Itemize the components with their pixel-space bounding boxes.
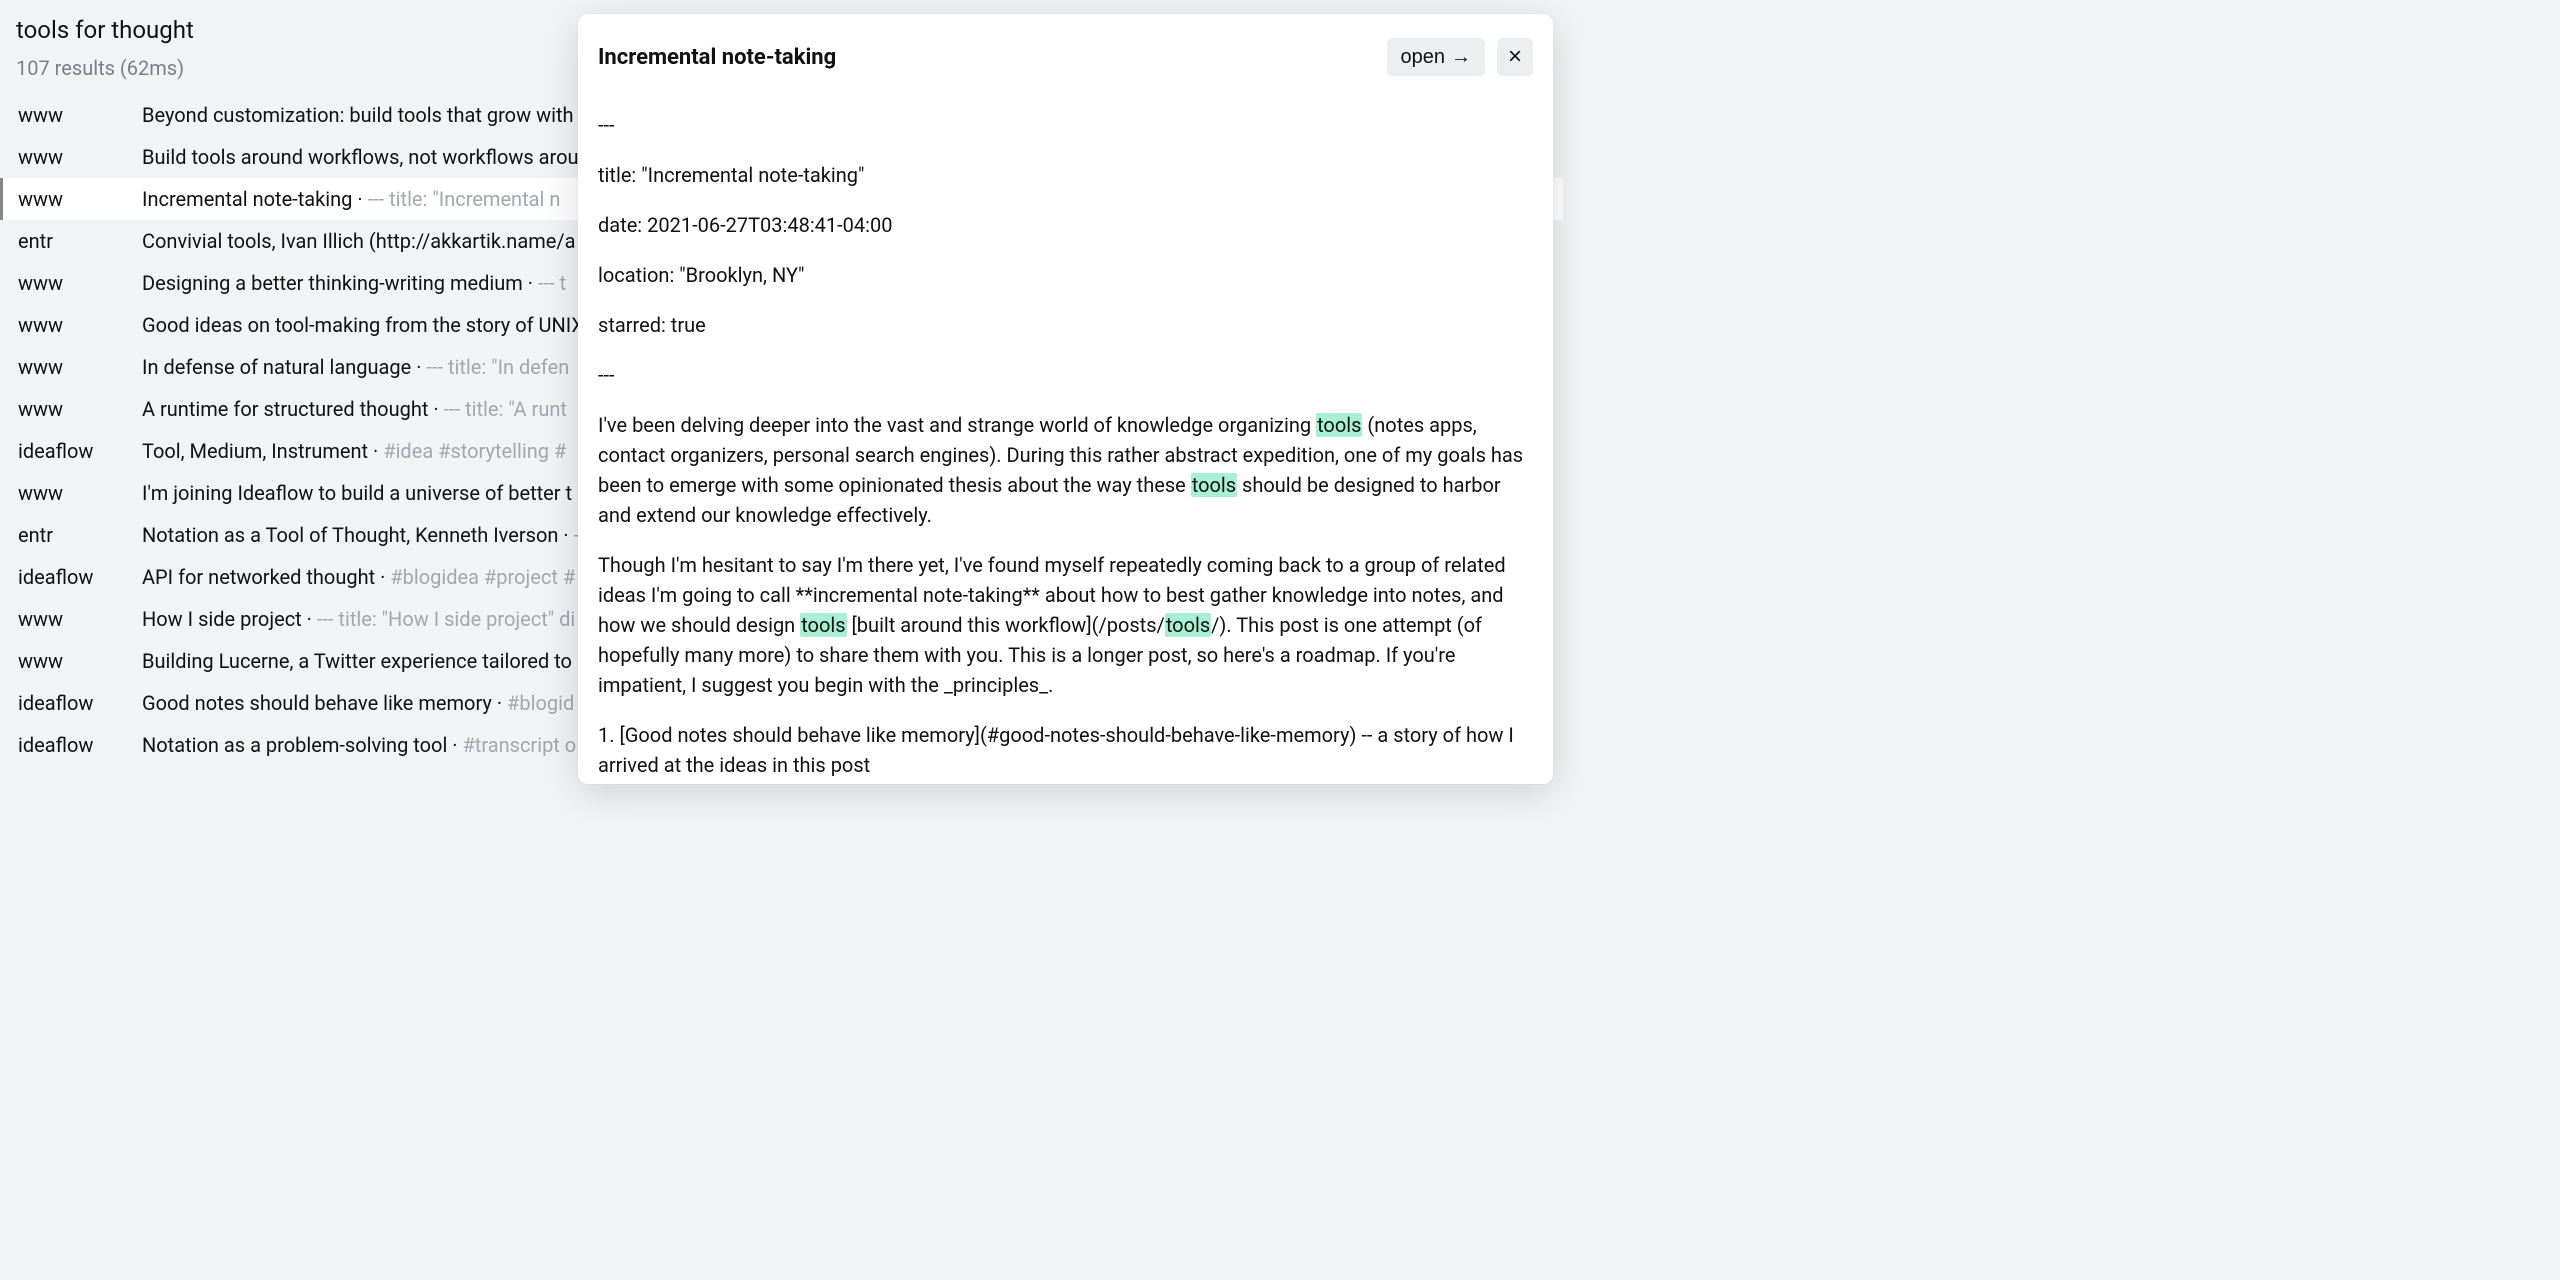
result-preview-text: --- title: "In defen: [426, 355, 569, 379]
highlight-term: tools: [1165, 613, 1211, 637]
open-button[interactable]: open: [1387, 38, 1486, 76]
open-button-label: open: [1401, 46, 1446, 69]
frontmatter-delim: ---: [598, 110, 1533, 140]
result-preview-text: #blogidea #project #: [390, 565, 575, 589]
preview-paragraph-3: 1. [Good notes should behave like memory…: [598, 720, 1533, 780]
result-source: www: [18, 103, 142, 127]
result-title-text: Good ideas on tool-making from the story…: [142, 313, 584, 337]
result-title-text: Designing a better thinking-writing medi…: [142, 271, 523, 295]
result-separator: ·: [411, 355, 426, 379]
result-source: ideaflow: [18, 439, 142, 463]
result-title-text: Notation as a problem-solving tool: [142, 733, 447, 757]
frontmatter-starred: starred: true: [598, 310, 1533, 340]
result-separator: ·: [428, 397, 443, 421]
result-separator: ·: [302, 607, 317, 631]
result-preview-text: #blogid: [507, 691, 574, 715]
result-source: www: [18, 607, 142, 631]
preview-paragraph-1: I've been delving deeper into the vast a…: [598, 410, 1533, 530]
result-body: Convivial tools, Ivan Illich (http://akk…: [142, 229, 576, 253]
result-title-text: In defense of natural language: [142, 355, 411, 379]
result-body: Good notes should behave like memory · #…: [142, 691, 574, 715]
result-preview-text: #idea #storytelling #: [383, 439, 566, 463]
result-title-text: A runtime for structured thought: [142, 397, 428, 421]
result-body: Designing a better thinking-writing medi…: [142, 271, 566, 295]
result-source: entr: [18, 229, 142, 253]
result-source: www: [18, 145, 142, 169]
result-source: www: [18, 649, 142, 673]
close-icon: [1508, 45, 1522, 70]
frontmatter-date: date: 2021-06-27T03:48:41-04:00: [598, 210, 1533, 240]
frontmatter-delim-2: ---: [598, 360, 1533, 390]
result-body: Building Lucerne, a Twitter experience t…: [142, 649, 572, 673]
result-body: API for networked thought · #blogidea #p…: [142, 565, 575, 589]
result-source: ideaflow: [18, 565, 142, 589]
result-preview-text: --- title: "How I side project" di: [317, 607, 575, 631]
result-source: www: [18, 397, 142, 421]
frontmatter-title: title: "Incremental note-taking": [598, 160, 1533, 190]
app-root: tools for thought 107 results (62ms) www…: [0, 0, 1563, 784]
result-body: Good ideas on tool-making from the story…: [142, 313, 584, 337]
result-body: Incremental note-taking · --- title: "In…: [142, 187, 560, 211]
result-title-text: Build tools around workflows, not workfl…: [142, 145, 579, 169]
preview-body: --- title: "Incremental note-taking" dat…: [598, 110, 1533, 780]
result-separator: ·: [352, 187, 367, 211]
result-title-text: Convivial tools, Ivan Illich (http://akk…: [142, 229, 576, 253]
result-title-text: Tool, Medium, Instrument: [142, 439, 368, 463]
preview-title: Incremental note-taking: [598, 45, 1375, 70]
result-source: entr: [18, 523, 142, 547]
result-title-text: Building Lucerne, a Twitter experience t…: [142, 649, 572, 673]
result-title-text: I'm joining Ideaflow to build a universe…: [142, 481, 572, 505]
result-title-text: Notation as a Tool of Thought, Kenneth I…: [142, 523, 558, 547]
result-title-text: How I side project: [142, 607, 302, 631]
result-preview-text: --- t: [538, 271, 566, 295]
result-body: Notation as a Tool of Thought, Kenneth I…: [142, 523, 579, 547]
preview-panel: Incremental note-taking open --- title: …: [578, 14, 1553, 784]
result-source: www: [18, 271, 142, 295]
result-separator: ·: [368, 439, 383, 463]
result-separator: ·: [492, 691, 507, 715]
result-body: A runtime for structured thought · --- t…: [142, 397, 567, 421]
highlight-term: tools: [1316, 413, 1362, 437]
result-title-text: Good notes should behave like memory: [142, 691, 492, 715]
result-title-text: Beyond customization: build tools that g…: [142, 103, 574, 127]
preview-header: Incremental note-taking open: [598, 38, 1533, 76]
result-body: Build tools around workflows, not workfl…: [142, 145, 579, 169]
result-body: I'm joining Ideaflow to build a universe…: [142, 481, 572, 505]
result-body: Tool, Medium, Instrument · #idea #storyt…: [142, 439, 566, 463]
arrow-right-icon: [1451, 46, 1471, 69]
result-body: How I side project · --- title: "How I s…: [142, 607, 575, 631]
result-source: ideaflow: [18, 691, 142, 715]
result-separator: ·: [523, 271, 538, 295]
result-title-text: API for networked thought: [142, 565, 375, 589]
result-body: Notation as a problem-solving tool · #tr…: [142, 733, 576, 757]
result-separator: ·: [375, 565, 390, 589]
result-source: ideaflow: [18, 733, 142, 757]
result-body: Beyond customization: build tools that g…: [142, 103, 574, 127]
result-preview-text: #transcript o: [462, 733, 576, 757]
close-button[interactable]: [1497, 38, 1533, 76]
highlight-term: tools: [800, 613, 846, 637]
frontmatter-location: location: "Brooklyn, NY": [598, 260, 1533, 290]
result-body: In defense of natural language · --- tit…: [142, 355, 569, 379]
result-preview-text: --- title: "A runt: [444, 397, 567, 421]
result-source: www: [18, 187, 142, 211]
result-source: www: [18, 313, 142, 337]
result-source: www: [18, 481, 142, 505]
preview-paragraph-2: Though I'm hesitant to say I'm there yet…: [598, 550, 1533, 700]
result-source: www: [18, 355, 142, 379]
result-separator: ·: [447, 733, 462, 757]
result-preview-text: --- title: "Incremental n: [368, 187, 561, 211]
highlight-term: tools: [1191, 473, 1237, 497]
result-separator: ·: [558, 523, 573, 547]
result-title-text: Incremental note-taking: [142, 187, 352, 211]
